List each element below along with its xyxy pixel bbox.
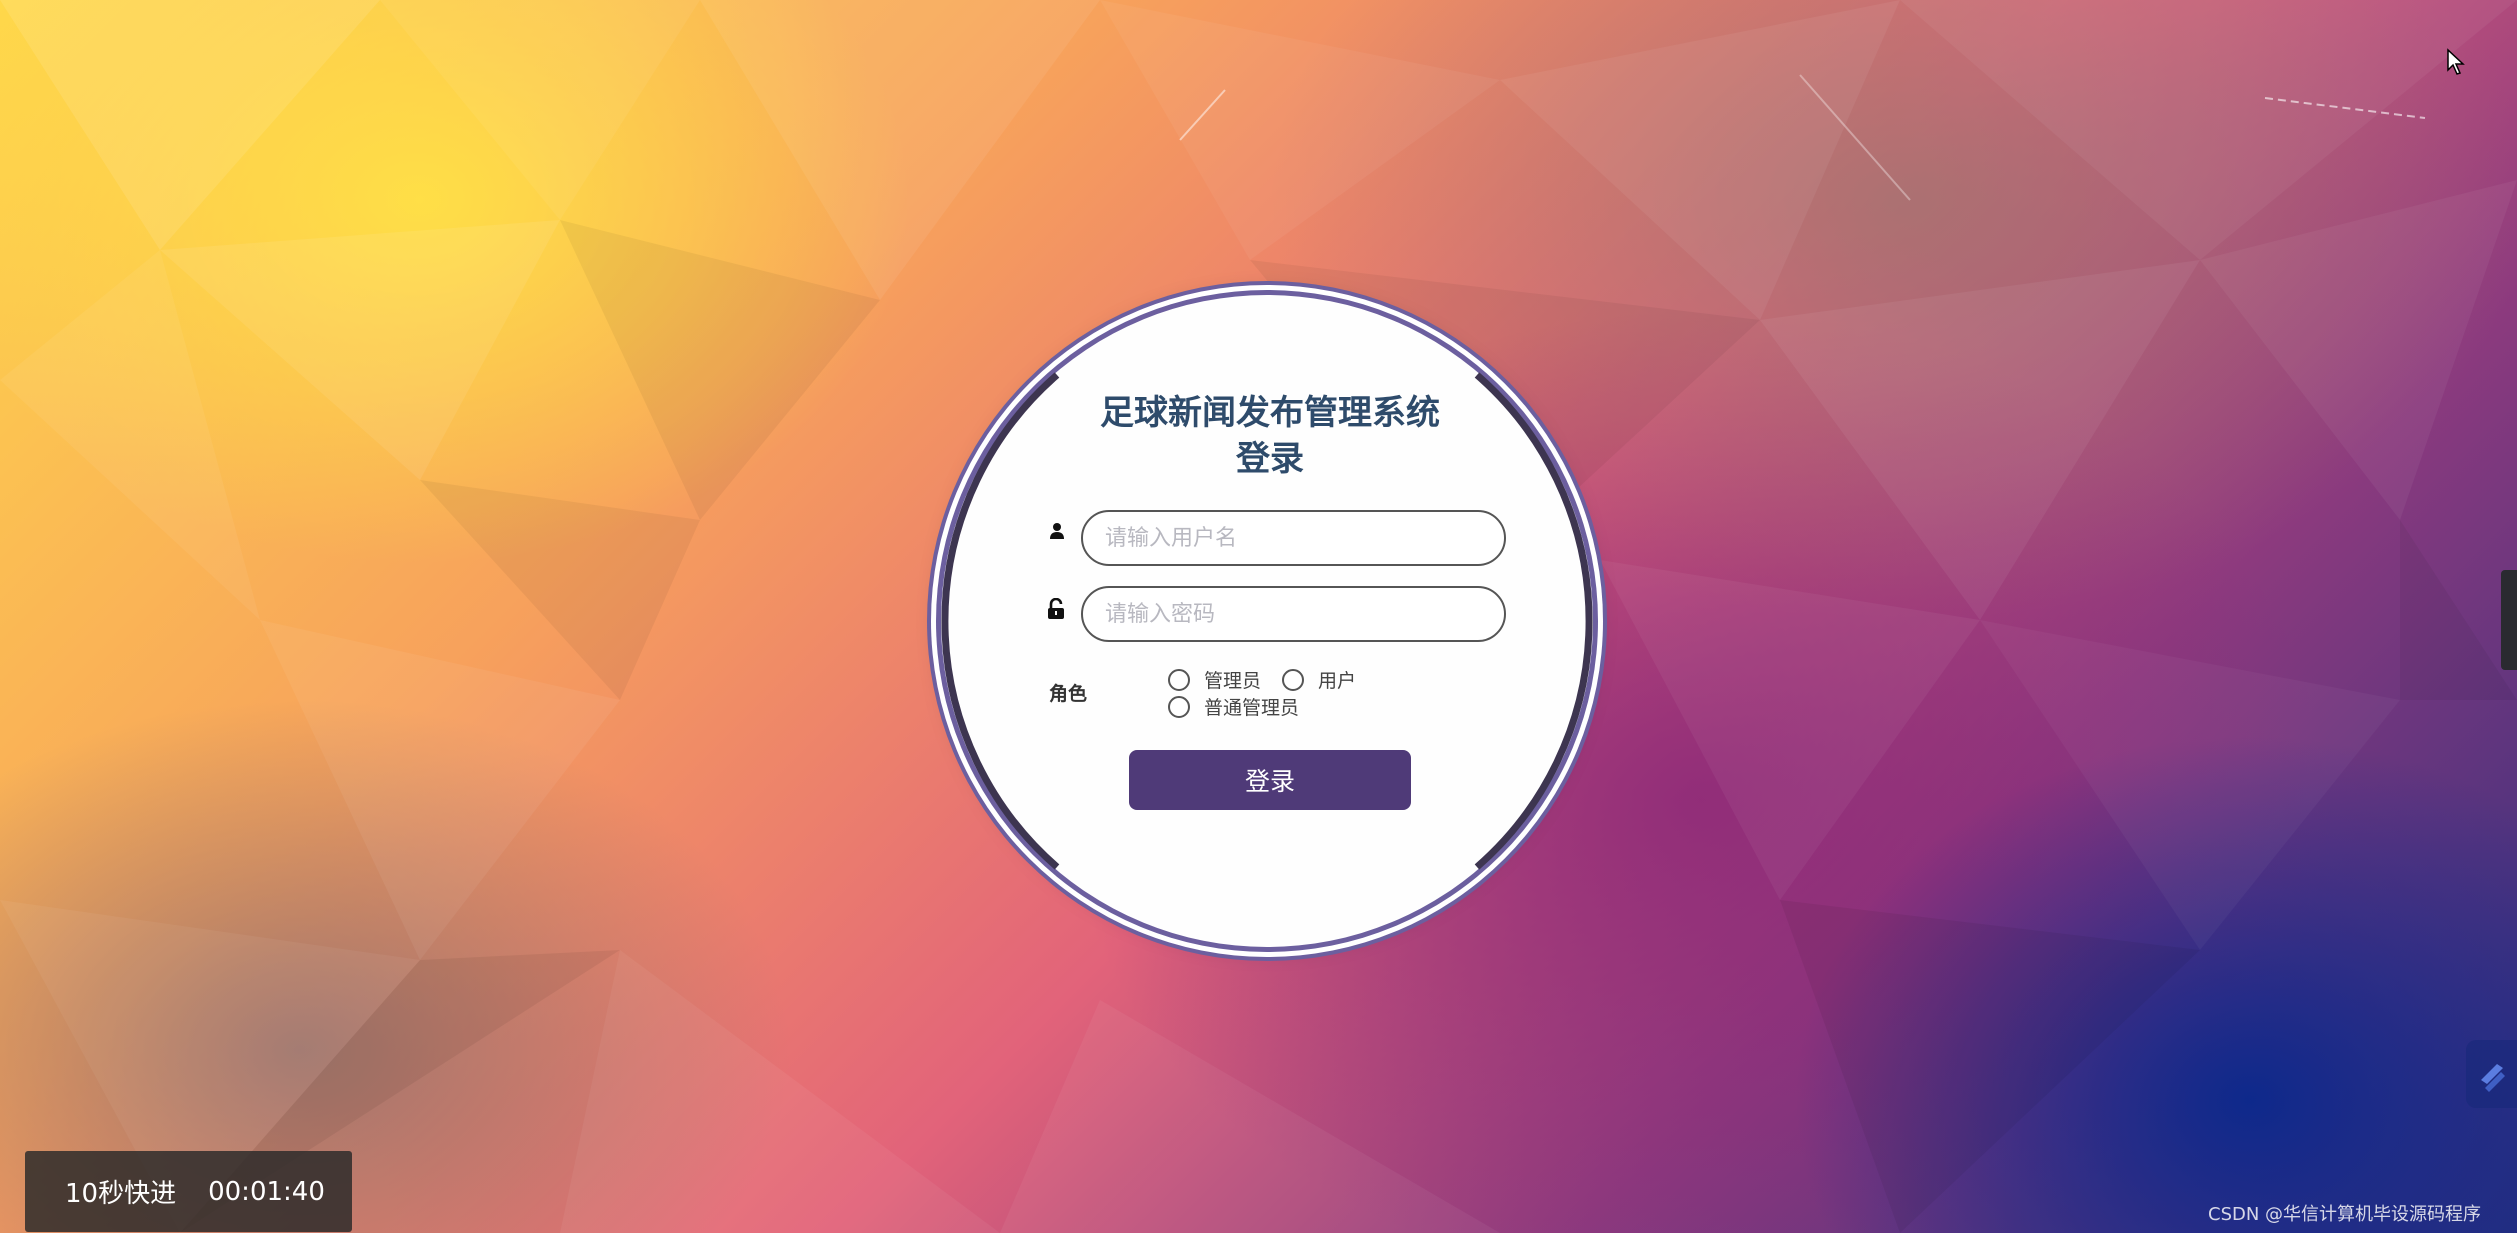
- side-logo-glyph: [2480, 1064, 2505, 1092]
- login-button[interactable]: 登录: [1129, 750, 1411, 810]
- role-radio-label: 普通管理员: [1204, 697, 1300, 719]
- user-icon: [1050, 523, 1064, 539]
- fast-forward-label: 10秒快进: [65, 1179, 177, 1209]
- role-radio-admin[interactable]: 管理员: [1168, 666, 1261, 693]
- username-input[interactable]: [1081, 510, 1506, 566]
- decorative-lines: [1179, 74, 2426, 201]
- role-radio-label: 用户: [1318, 670, 1357, 692]
- lock-icon: [1048, 598, 1064, 619]
- radio-button[interactable]: [1282, 668, 1304, 691]
- watermark: CSDN @华信计算机毕设源码程序: [2208, 1204, 2482, 1225]
- cursor-icon: [2447, 48, 2465, 75]
- password-input[interactable]: [1081, 586, 1506, 642]
- page-title: 足球新闻发布管理系统 登录: [1070, 390, 1470, 482]
- role-radio-label: 管理员: [1204, 670, 1262, 692]
- radio-button[interactable]: [1168, 668, 1190, 691]
- title-login: 登录: [1236, 439, 1304, 479]
- role-label: 角色: [1049, 683, 1088, 705]
- fast-forward-indicator[interactable]: 10秒快进 00:01:40: [25, 1151, 352, 1232]
- role-radio-normal-admin[interactable]: 普通管理员: [1168, 693, 1299, 720]
- role-radio-user[interactable]: 用户: [1282, 666, 1356, 693]
- side-drawer-tab[interactable]: [2501, 570, 2517, 670]
- side-logo-icon[interactable]: [2466, 1040, 2517, 1108]
- title-system-name: 足球新闻发布管理系统: [1100, 393, 1440, 433]
- radio-button[interactable]: [1168, 695, 1190, 718]
- elapsed-time: 00:01:40: [208, 1176, 325, 1207]
